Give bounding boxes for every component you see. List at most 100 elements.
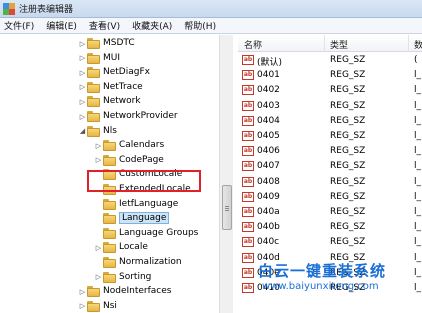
value-name: 0403 (257, 100, 280, 111)
tree-item-label[interactable]: Language (119, 212, 170, 225)
expand-arrow-icon[interactable]: ▷ (78, 54, 87, 63)
tree-scrollbar[interactable] (219, 35, 233, 313)
tree-item[interactable]: ◢ Nls (0, 125, 222, 139)
folder-icon (87, 81, 100, 93)
value-row[interactable]: ab 0408 REG_SZ l_ (238, 175, 422, 190)
tree-item[interactable]: Language (0, 212, 222, 226)
folder-icon (103, 257, 116, 268)
value-name: 0407 (257, 161, 280, 172)
tree-item-label[interactable]: NetworkProvider (103, 111, 178, 121)
expand-arrow-icon[interactable]: ▷ (78, 302, 87, 311)
tree-item[interactable]: ▷ NetTrace (0, 81, 222, 95)
tree-item-label[interactable]: MSDTC (103, 38, 135, 48)
expand-arrow-icon[interactable]: ▷ (94, 141, 103, 150)
value-row[interactable]: ab 040b REG_SZ l_ (238, 220, 422, 235)
value-type: REG_SZ (330, 237, 366, 248)
tree-item[interactable]: Language Groups (0, 227, 222, 241)
tree-item-label[interactable]: IetfLanguage (119, 199, 178, 209)
tree-item[interactable]: ▷ NetworkProvider (0, 110, 222, 124)
window-title: 注册表编辑器 (19, 5, 74, 15)
value-row[interactable]: ab 0404 REG_SZ l_ (238, 114, 422, 129)
value-name: 040a (257, 207, 280, 217)
value-row[interactable]: ab 0406 REG_SZ l_ (238, 144, 422, 159)
scrollbar-thumb[interactable] (222, 185, 232, 230)
value-row[interactable]: ab 0405 REG_SZ l_ (238, 129, 422, 144)
highlight-box (87, 170, 201, 192)
value-row[interactable]: ab 0403 REG_SZ l_ (238, 99, 422, 114)
tree-item[interactable]: ▷ Calendars (0, 139, 222, 153)
string-value-icon: ab (242, 146, 254, 157)
expand-arrow-icon[interactable]: ▷ (78, 68, 87, 77)
collapse-arrow-icon[interactable]: ◢ (78, 127, 87, 136)
tree-item-label[interactable]: Calendars (119, 140, 164, 150)
folder-icon (87, 67, 100, 79)
value-name: 040c (257, 237, 280, 248)
tree-item[interactable]: ▷ MSDTC (0, 37, 222, 51)
menu-view[interactable]: 查看(V) (89, 19, 120, 32)
tree-item-label[interactable]: Sorting (119, 272, 151, 282)
expand-arrow-icon[interactable]: ▷ (78, 287, 87, 296)
tree-item[interactable]: ▷ Nsi (0, 300, 222, 313)
string-value-icon: ab (242, 176, 254, 187)
tree-item-label[interactable]: Normalization (119, 257, 182, 267)
tree-item[interactable]: IetfLanguage (0, 198, 222, 212)
column-type-header[interactable]: 类型 (330, 38, 348, 51)
menu-file[interactable]: 文件(F) (4, 19, 34, 32)
watermark: 白云一键重装系统 www.baiyunxitong.com (258, 260, 422, 300)
tree-item-label[interactable]: CodePage (119, 155, 164, 165)
string-value-icon: ab (242, 100, 254, 111)
tree-item-label[interactable]: NetTrace (103, 82, 143, 92)
tree-item[interactable]: Normalization (0, 256, 222, 270)
tree-item-label[interactable]: Nls (103, 126, 117, 136)
value-row[interactable]: ab 0407 REG_SZ l_ (238, 159, 422, 174)
value-data: l_ (414, 207, 422, 217)
tree-item[interactable]: ▷ MUI (0, 52, 222, 66)
value-name: 0406 (257, 146, 280, 157)
column-data-header[interactable]: 数 (414, 38, 422, 51)
expand-arrow-icon[interactable]: ▷ (78, 112, 87, 121)
tree-item-label[interactable]: NodeInterfaces (103, 286, 171, 296)
tree-item-label[interactable]: NetDiagFx (103, 67, 150, 77)
tree-item[interactable]: ▷ Locale (0, 241, 222, 255)
folder-icon (87, 286, 100, 298)
value-type: REG_SZ (330, 161, 366, 172)
tree-item-label[interactable]: Language Groups (119, 228, 198, 238)
value-row[interactable]: ab 040c REG_SZ l_ (238, 235, 422, 250)
tree-item-label[interactable]: Nsi (103, 301, 117, 311)
tree-item[interactable]: ▷ Sorting (0, 271, 222, 285)
value-row[interactable]: ab 0402 REG_SZ l_ (238, 83, 422, 98)
expand-arrow-icon[interactable]: ▷ (78, 97, 87, 106)
expand-arrow-icon[interactable]: ▷ (94, 273, 103, 282)
value-name: 0405 (257, 131, 280, 141)
expand-arrow-icon[interactable]: ▷ (78, 83, 87, 92)
value-data: l_ (414, 191, 422, 202)
watermark-url: www.baiyunxitong.com (262, 281, 379, 292)
expand-arrow-icon (94, 229, 103, 238)
tree-item-label[interactable]: Network (103, 96, 141, 106)
value-data: l_ (414, 222, 422, 233)
menu-favorites[interactable]: 收藏夹(A) (132, 19, 172, 32)
value-row[interactable]: ab 040a REG_SZ l_ (238, 205, 422, 220)
string-value-icon: ab (242, 283, 254, 293)
menu-help[interactable]: 帮助(H) (184, 19, 216, 32)
value-row[interactable]: ab 0409 REG_SZ l_ (238, 190, 422, 205)
value-type: REG_SZ (330, 207, 366, 217)
expand-arrow-icon[interactable]: ▷ (94, 243, 103, 252)
value-data: l_ (414, 161, 422, 172)
column-name-header[interactable]: 名称 (244, 38, 262, 51)
value-data: l_ (414, 131, 422, 141)
tree-item[interactable]: ▷ NodeInterfaces (0, 285, 222, 299)
value-data: l_ (414, 70, 422, 81)
value-row[interactable]: ab 0401 REG_SZ l_ (238, 68, 422, 83)
value-row[interactable]: ab (默认) REG_SZ ( (238, 53, 422, 68)
folder-icon (103, 242, 116, 254)
menu-edit[interactable]: 编辑(E) (46, 19, 77, 32)
string-value-icon: ab (242, 161, 254, 172)
expand-arrow-icon[interactable]: ▷ (78, 39, 87, 48)
tree-item[interactable]: ▷ NetDiagFx (0, 66, 222, 80)
tree-item-label[interactable]: Locale (119, 242, 148, 252)
tree-item[interactable]: ▷ CodePage (0, 154, 222, 168)
tree-item[interactable]: ▷ Network (0, 95, 222, 109)
tree-item-label[interactable]: MUI (103, 53, 120, 63)
expand-arrow-icon[interactable]: ▷ (94, 156, 103, 165)
